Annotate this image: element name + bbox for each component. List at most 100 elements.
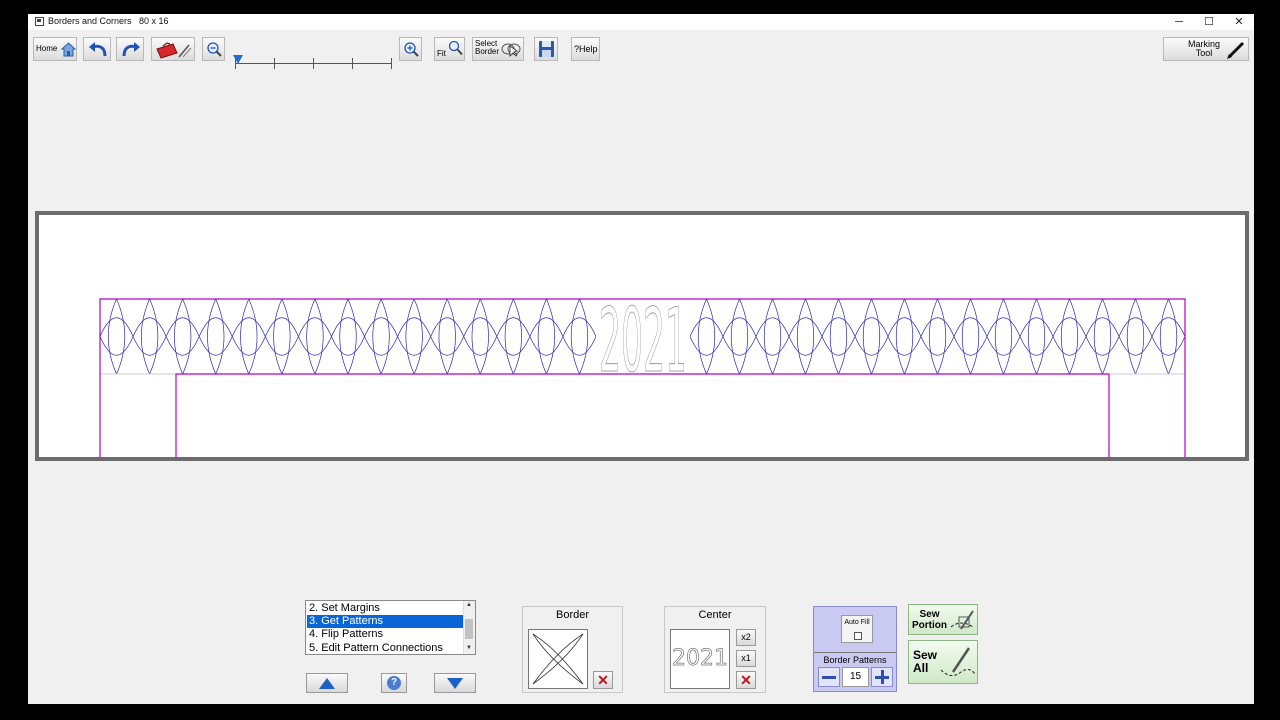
pattern-arc (273, 298, 283, 375)
quilt-canvas-frame: 2021 (35, 211, 1249, 461)
petal-pattern-icon (532, 633, 584, 685)
pattern-arc (854, 336, 889, 356)
pattern-arc (116, 298, 126, 375)
pattern-arc (1168, 298, 1177, 375)
pattern-arc (248, 298, 258, 375)
undo-button[interactable] (83, 37, 111, 61)
auto-fill-toggle[interactable]: Auto Fill (841, 615, 873, 643)
toolbox-button[interactable] (151, 37, 195, 61)
pattern-arc (1085, 336, 1120, 356)
sew-all-button[interactable]: Sew All (908, 640, 978, 684)
border-patterns-count[interactable]: 15 (842, 667, 869, 687)
pattern-arc (755, 336, 790, 356)
quilt-drawing: 2021 (99, 289, 1186, 457)
scrollbar-thumb[interactable] (465, 619, 473, 639)
decrease-patterns-button[interactable] (818, 667, 840, 687)
minimize-button[interactable]: ─ (1164, 14, 1194, 30)
steps-list[interactable]: 2. Set Margins 3. Get Patterns 4. Flip P… (305, 600, 476, 655)
steps-scrollbar[interactable]: ▲ ▼ (463, 601, 475, 654)
remove-border-button[interactable]: ✕ (593, 671, 613, 689)
fit-label: Fit (437, 49, 446, 58)
zoom-out-icon (207, 42, 222, 57)
scroll-up-icon[interactable]: ▲ (466, 602, 472, 608)
pattern-arc (970, 298, 979, 375)
pattern-arc (887, 317, 922, 337)
pattern-arc (920, 336, 955, 356)
sew-portion-button[interactable]: Sew Portion (908, 604, 978, 635)
save-button[interactable] (534, 37, 558, 61)
pattern-arc (430, 317, 465, 337)
redo-button[interactable] (116, 37, 144, 61)
border-patterns-group: Auto Fill Border Patterns 15 (813, 606, 897, 692)
floppy-disk-icon (539, 41, 554, 57)
center-group: Center 2021 x2 x1 ✕ (664, 606, 766, 693)
pattern-arc (1102, 298, 1111, 375)
center-group-title: Center (698, 609, 732, 621)
increase-patterns-button[interactable] (871, 667, 893, 687)
center-x1-button[interactable]: x1 (736, 650, 756, 667)
pattern-arc (231, 336, 266, 356)
zoom-slider-thumb[interactable] (233, 55, 243, 64)
pattern-arc (854, 317, 889, 337)
pattern-arc (174, 298, 183, 375)
home-button[interactable]: Home (33, 37, 77, 61)
pattern-arc (995, 298, 1004, 375)
pattern-arc (215, 298, 225, 375)
zoom-in-button[interactable] (399, 37, 422, 61)
marking-tool-button[interactable]: Marking Tool (1163, 37, 1249, 61)
previous-step-button[interactable] (306, 673, 348, 693)
center-pattern-preview[interactable]: 2021 (670, 629, 730, 689)
scroll-down-icon[interactable]: ▼ (466, 645, 472, 651)
pattern-arc (298, 336, 332, 356)
zoom-out-button[interactable] (202, 37, 225, 61)
center-pattern-2021[interactable]: 2021 (599, 289, 688, 393)
list-item[interactable]: 3. Get Patterns (307, 615, 466, 628)
pattern-arc (132, 336, 167, 356)
pattern-arc (372, 298, 382, 375)
fit-button[interactable]: Fit (434, 37, 465, 61)
pattern-arc (1160, 298, 1169, 375)
pattern-arc (314, 298, 324, 375)
pattern-arc (1019, 317, 1054, 337)
undo-icon (89, 42, 107, 57)
pattern-arc (413, 298, 423, 375)
pattern-arc (788, 317, 823, 337)
pattern-arc (1069, 298, 1078, 375)
maximize-button[interactable]: ☐ (1194, 14, 1224, 30)
help-button[interactable]: ?Help (571, 37, 600, 61)
pattern-arc (986, 336, 1021, 356)
app-icon (35, 17, 44, 26)
pattern-arc (1127, 298, 1136, 375)
pattern-arc (739, 298, 748, 375)
pattern-arc (513, 298, 522, 375)
list-item[interactable]: 2. Set Margins (307, 602, 466, 615)
pattern-arc (207, 298, 217, 375)
step-help-button[interactable]: ? (381, 673, 407, 693)
next-step-button[interactable] (434, 673, 476, 693)
pattern-arc (1118, 317, 1153, 337)
pattern-arc (529, 317, 564, 337)
pattern-arc (438, 298, 448, 375)
list-item[interactable]: 5. Edit Pattern Connections (307, 642, 466, 654)
zoom-slider[interactable] (233, 53, 393, 75)
select-border-button[interactable]: Select Border (472, 37, 524, 61)
pattern-arc (265, 317, 299, 337)
auto-fill-checkbox[interactable] (854, 632, 862, 640)
quilt-canvas[interactable]: 2021 (39, 215, 1245, 457)
border-pattern-preview[interactable] (528, 629, 588, 689)
close-button[interactable]: ✕ (1224, 14, 1254, 30)
marking-tool-label: Marking Tool (1188, 39, 1221, 58)
pattern-arc (1061, 298, 1070, 375)
pattern-arc (198, 336, 233, 356)
pattern-arc (364, 336, 398, 356)
pattern-arc (1118, 336, 1153, 356)
list-item[interactable]: 4. Flip Patterns (307, 628, 466, 641)
pattern-arc (838, 298, 847, 375)
pattern-arc (722, 336, 757, 356)
pattern-arc (132, 317, 167, 337)
pattern-arc (962, 298, 971, 375)
remove-center-button[interactable]: ✕ (736, 671, 756, 689)
center-x2-button[interactable]: x2 (736, 629, 756, 646)
toolbox-icon (156, 42, 192, 59)
pattern-arc (562, 336, 597, 356)
